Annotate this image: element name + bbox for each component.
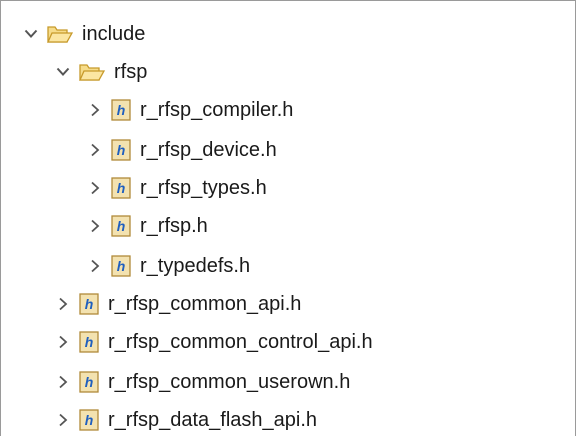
svg-text:h: h <box>117 142 126 158</box>
chevron-down-icon[interactable] <box>21 15 41 53</box>
svg-text:h: h <box>117 180 126 196</box>
folder-open-icon <box>47 24 73 44</box>
tree-item-label: r_rfsp_types.h <box>140 177 267 199</box>
header-file-icon: h <box>111 255 131 277</box>
svg-text:h: h <box>117 258 126 274</box>
chevron-right-icon[interactable] <box>53 401 73 439</box>
chevron-right-icon[interactable] <box>53 285 73 323</box>
header-file-icon: h <box>79 409 99 431</box>
tree-item-label: r_typedefs.h <box>140 255 251 277</box>
header-file-icon: h <box>111 177 131 199</box>
svg-text:h: h <box>117 102 126 118</box>
svg-text:h: h <box>85 334 94 350</box>
folder-open-icon <box>79 62 105 82</box>
chevron-down-icon[interactable] <box>53 53 73 91</box>
chevron-right-icon[interactable] <box>85 91 105 129</box>
file-tree: include rfsp h r_rfsp_compiler.h h r_rfs… <box>1 1 575 436</box>
tree-item-label: r_rfsp_data_flash_api.h <box>108 409 318 431</box>
tree-item-file[interactable]: h r_rfsp.h <box>85 207 208 245</box>
header-file-icon: h <box>79 331 99 353</box>
tree-item-label: include <box>82 23 146 45</box>
chevron-right-icon[interactable] <box>85 131 105 169</box>
tree-item-label: r_rfsp_compiler.h <box>140 99 294 121</box>
header-file-icon: h <box>79 293 99 315</box>
svg-text:h: h <box>85 412 94 428</box>
chevron-right-icon[interactable] <box>53 363 73 401</box>
tree-item-include[interactable]: include <box>21 15 145 53</box>
header-file-icon: h <box>111 139 131 161</box>
svg-text:h: h <box>85 296 94 312</box>
tree-item-label: r_rfsp.h <box>140 215 208 237</box>
chevron-right-icon[interactable] <box>85 247 105 285</box>
svg-text:h: h <box>85 374 94 390</box>
tree-item-label: r_rfsp_common_api.h <box>108 293 302 315</box>
tree-item-label: r_rfsp_common_userown.h <box>108 371 351 393</box>
chevron-right-icon[interactable] <box>53 323 73 361</box>
tree-item-file[interactable]: h r_rfsp_common_control_api.h <box>53 323 373 361</box>
tree-item-file[interactable]: h r_rfsp_compiler.h <box>85 91 293 129</box>
tree-item-rfsp[interactable]: rfsp <box>53 53 147 91</box>
tree-item-file[interactable]: h r_typedefs.h <box>85 247 250 285</box>
tree-item-label: rfsp <box>114 61 148 83</box>
header-file-icon: h <box>79 371 99 393</box>
tree-item-file[interactable]: h r_rfsp_common_api.h <box>53 285 301 323</box>
tree-item-file[interactable]: h r_rfsp_device.h <box>85 131 277 169</box>
tree-item-label: r_rfsp_device.h <box>140 139 277 161</box>
tree-item-file[interactable]: h r_rfsp_types.h <box>85 169 267 207</box>
tree-item-label: r_rfsp_common_control_api.h <box>108 331 373 353</box>
header-file-icon: h <box>111 99 131 121</box>
chevron-right-icon[interactable] <box>85 169 105 207</box>
chevron-right-icon[interactable] <box>85 207 105 245</box>
tree-item-file[interactable]: h r_rfsp_common_userown.h <box>53 363 350 401</box>
header-file-icon: h <box>111 215 131 237</box>
project-explorer-panel: include rfsp h r_rfsp_compiler.h h r_rfs… <box>0 0 576 436</box>
tree-item-file[interactable]: h r_rfsp_data_flash_api.h <box>53 401 317 439</box>
svg-text:h: h <box>117 218 126 234</box>
